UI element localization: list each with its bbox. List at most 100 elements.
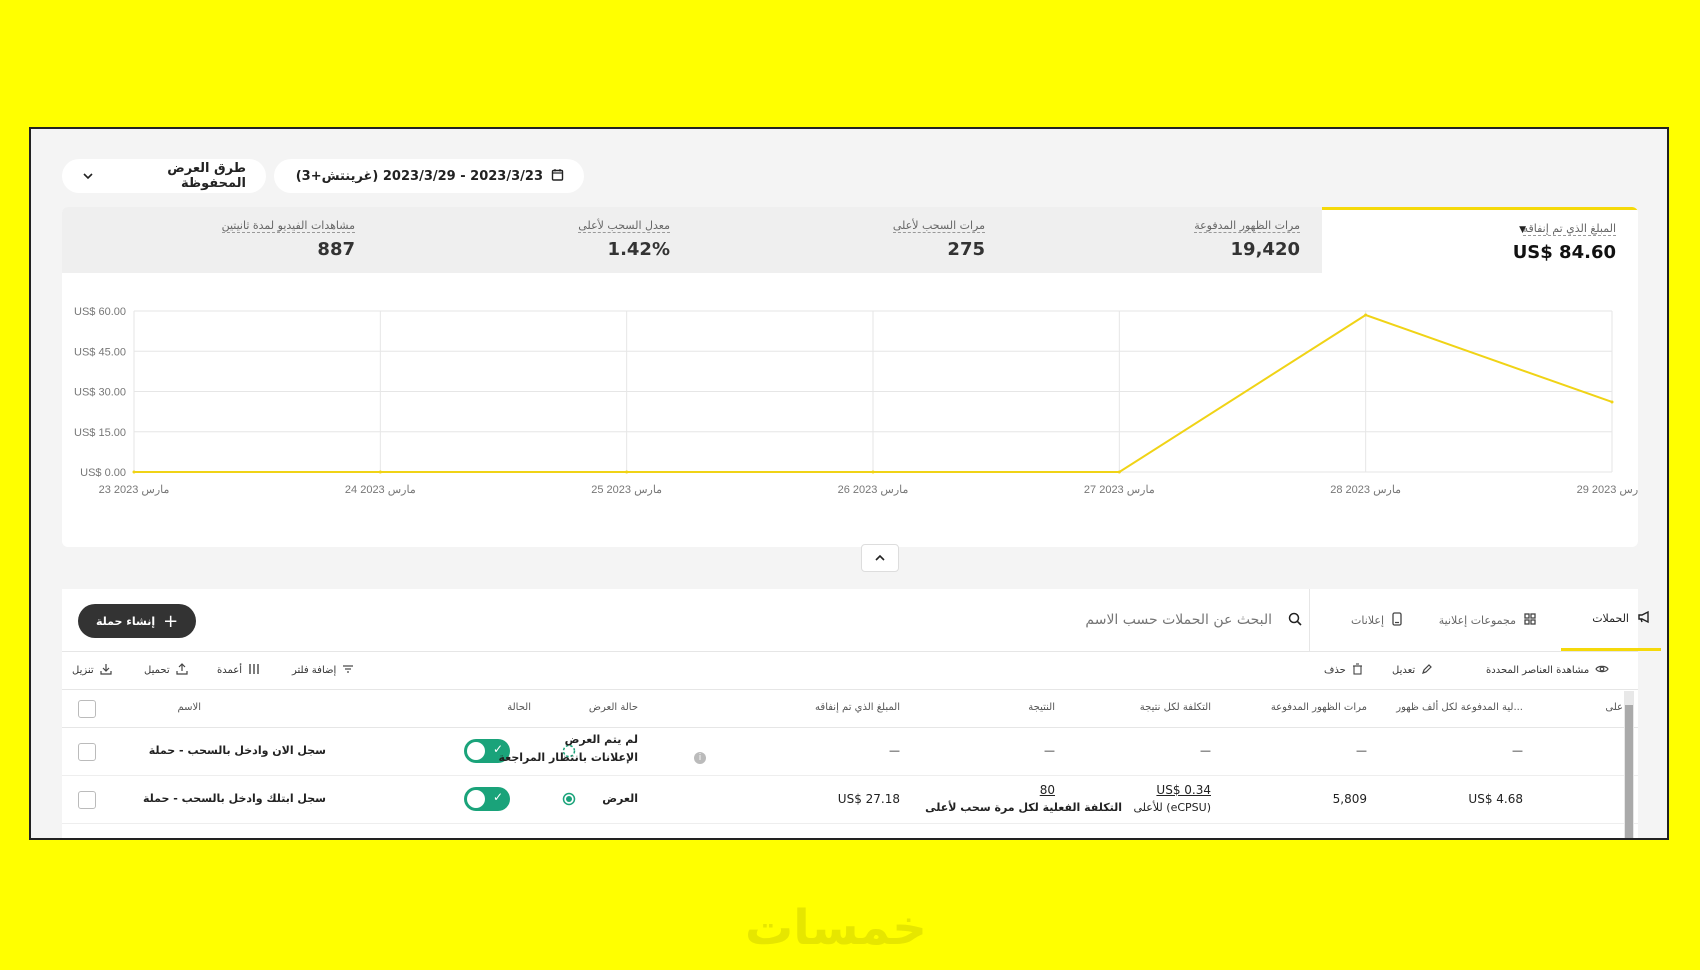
download-icon (100, 663, 112, 678)
kpi-bar: ▼ المبلغ الذي تم إنفاقه US$ 84.60 مرات ا… (62, 207, 1638, 273)
select-all-checkbox[interactable] (78, 700, 96, 718)
chevron-down-icon (82, 169, 94, 184)
table-header-row: الاسم الحالة حالة العرض المبلغ الذي تم إ… (62, 689, 1638, 728)
upload-label: تحميل (144, 664, 170, 676)
x-tick-label: 29 مارس 2023 (1577, 484, 1638, 496)
data-point (625, 470, 629, 474)
search-icon (1288, 611, 1302, 630)
y-tick-label: US$ 45.00 (74, 346, 126, 358)
app-frame: 2023/3/23 - 2023/3/29 (غرينتش+3) طرق الع… (29, 127, 1669, 840)
data-point (1117, 470, 1121, 474)
plus-icon: + (163, 610, 179, 632)
toggle-knob (467, 742, 485, 760)
download-button[interactable]: تنزيل (72, 651, 112, 689)
row-checkbox[interactable] (78, 743, 96, 761)
tab-ads[interactable]: إعلانات (1322, 589, 1412, 651)
edit-label: تعديل (1392, 664, 1416, 676)
status-toggle[interactable]: ✓ (464, 787, 510, 811)
header-delivery[interactable]: حالة العرض (589, 702, 638, 713)
kpi-spend[interactable]: ▼ المبلغ الذي تم إنفاقه US$ 84.60 (1322, 207, 1638, 273)
kpi-value: 19,420 (1230, 239, 1300, 260)
kpi-swipe-rate[interactable]: معدل السحب لأعلى 1.42% (377, 207, 692, 273)
header-status[interactable]: الحالة (507, 702, 531, 713)
impressions-value: 5,809 (1332, 792, 1367, 806)
kpi-paid-impressions[interactable]: مرات الظهور المدفوعة 19,420 (1007, 207, 1322, 273)
data-point (1364, 313, 1368, 317)
result-value[interactable]: 80 (1040, 783, 1055, 797)
kpi-label: المبلغ الذي تم إنفاقه (1522, 222, 1616, 236)
edit-button[interactable]: تعديل (1392, 651, 1433, 689)
kpi-value: 1.42% (607, 239, 670, 260)
kpi-swipe-ups[interactable]: مرات السحب لأعلى 275 (692, 207, 1007, 273)
chevron-up-icon (874, 551, 886, 565)
kpi-video-views[interactable]: مشاهدات الفيديو لمدة ثانيتين 887 (62, 207, 377, 273)
kpi-value: 887 (317, 239, 355, 260)
view-selected-label: مشاهدة العناصر المحددة (1486, 664, 1590, 676)
delete-button[interactable]: حذف (1324, 651, 1363, 689)
header-impressions[interactable]: مرات الظهور المدفوعة (1271, 702, 1367, 713)
tab-ad-sets[interactable]: مجموعات إعلانية (1426, 589, 1546, 651)
toggle-knob (467, 790, 485, 808)
check-icon: ✓ (492, 790, 503, 804)
filter-icon (342, 664, 354, 677)
table-row[interactable]: سجل الان وادخل بالسحب - حملة ✓ لم يتم ال… (62, 727, 1638, 776)
header-cost-per-result[interactable]: التكلفة لكل نتيجة (1140, 702, 1211, 713)
y-tick-label: US$ 15.00 (74, 427, 126, 439)
data-point (378, 470, 382, 474)
collapse-chart-button[interactable] (861, 544, 899, 572)
header-ecpm[interactable]: ...لية المدفوعة لكل ألف ظهور (1396, 702, 1523, 713)
columns-label: أعمدة (217, 664, 243, 676)
cost-per-result-value[interactable]: US$ 0.34 (1156, 783, 1211, 797)
spend-line-chart: US$ 0.00 US$ 15.00 US$ 30.00 US$ 45.00 US$ 6… (74, 306, 1638, 496)
watermark-logo: خمسات (745, 900, 927, 956)
spend-value: — (889, 744, 900, 757)
search-input[interactable] (1050, 611, 1274, 629)
x-tick-label: 28 مارس 2023 (1330, 484, 1401, 496)
saved-views-dropdown[interactable]: طرق العرض المحفوظة (62, 159, 266, 193)
download-label: تنزيل (72, 664, 94, 676)
header-name[interactable]: الاسم (177, 702, 201, 713)
columns-button[interactable]: أعمدة (217, 651, 260, 689)
create-campaign-button[interactable]: + إنشاء حملة (78, 604, 197, 638)
campaign-name[interactable]: سجل ابتلك وادخل بالسحب - حملة (143, 792, 326, 805)
scrollbar-thumb[interactable] (1625, 705, 1633, 838)
kpi-label: مشاهدات الفيديو لمدة ثانيتين (221, 219, 355, 233)
row-checkbox[interactable] (78, 791, 96, 809)
columns-icon (248, 663, 260, 678)
y-tick-label: US$ 60.00 (74, 306, 126, 318)
campaigns-panel: الحملات مجموعات إعلانية إعلانات البحث عن… (62, 589, 1661, 838)
ecpm-value: — (1512, 744, 1523, 757)
kpi-label: معدل السحب لأعلى (578, 219, 670, 233)
spend-value: US$ 27.18 (837, 792, 900, 806)
result-value: — (1044, 744, 1055, 757)
grid-icon (1524, 612, 1536, 628)
x-tick-label: 25 مارس 2023 (591, 484, 662, 496)
view-selected-button[interactable]: مشاهدة العناصر المحددة (1486, 651, 1609, 689)
kpi-label: مرات السحب لأعلى (892, 219, 985, 233)
active-status-icon (562, 791, 576, 810)
campaign-name[interactable]: سجل الان وادخل بالسحب - حملة (149, 744, 326, 757)
header-result[interactable]: النتيجة (1028, 702, 1055, 713)
date-range-picker[interactable]: 2023/3/23 - 2023/3/29 (غرينتش+3) (274, 159, 584, 193)
x-tick-label: 23 مارس 2023 (99, 484, 170, 496)
header-spend[interactable]: المبلغ الذي تم إنفاقه (815, 702, 900, 713)
tabs-divider (1309, 589, 1310, 651)
calendar-icon (551, 168, 564, 185)
delete-label: حذف (1324, 664, 1346, 676)
table-toolbar: مشاهدة العناصر المحددة تعديل حذف إضافة ف… (62, 651, 1638, 690)
table-row[interactable]: سجل ابتلك وادخل بالسحب - حملة ✓ العرض US… (62, 775, 1638, 824)
ecpm-value: US$ 4.68 (1468, 792, 1523, 806)
delivery-status: لم يتم العرض (564, 733, 638, 746)
upload-icon (176, 662, 188, 678)
add-filter-button[interactable]: إضافة فلتر (292, 651, 354, 689)
campaign-search[interactable] (1012, 589, 1302, 651)
performance-card: ▼ المبلغ الذي تم إنفاقه US$ 84.60 مرات ا… (62, 207, 1638, 547)
tab-campaigns[interactable]: الحملات (1561, 589, 1661, 651)
x-tick-label: 27 مارس 2023 (1084, 484, 1155, 496)
info-icon[interactable]: i (694, 752, 706, 764)
upload-button[interactable]: تحميل (144, 651, 188, 689)
header-extra[interactable]: علی (1605, 702, 1623, 713)
create-campaign-label: إنشاء حملة (96, 614, 156, 628)
data-point (132, 470, 136, 474)
table-scrollbar[interactable] (1624, 691, 1634, 838)
